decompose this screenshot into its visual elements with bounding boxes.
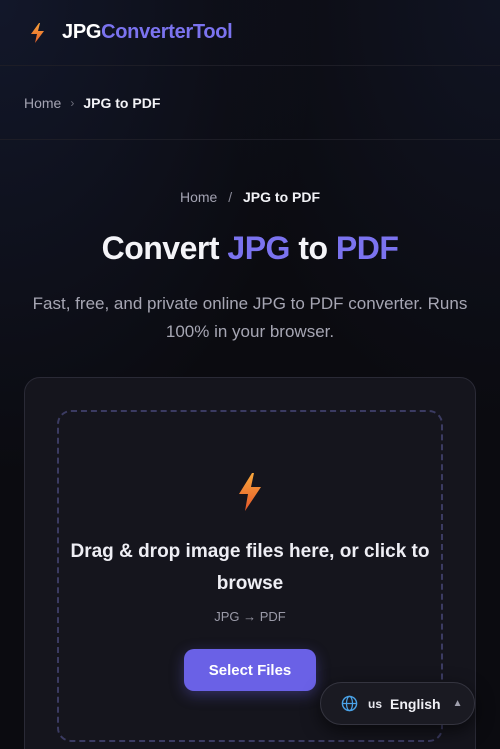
lightning-bolt-icon[interactable] [28, 22, 48, 44]
brand-part-jpg: JPG [62, 21, 102, 43]
lightning-bolt-icon [239, 473, 261, 511]
title-format-to: PDF [335, 230, 399, 266]
select-files-button[interactable]: Select Files [184, 649, 316, 691]
title-format-from: JPG [227, 230, 290, 266]
title-to: to [298, 230, 328, 266]
language-label: English [390, 695, 441, 712]
brand-logo-text[interactable]: JPGConverterTool [62, 21, 233, 44]
language-selector[interactable]: us English ▲ [320, 682, 475, 725]
language-code: us [368, 696, 383, 711]
caret-up-icon: ▲ [452, 698, 463, 709]
hero-breadcrumb-current: JPG to PDF [243, 189, 321, 205]
hero-breadcrumb-home-link[interactable]: Home [180, 189, 217, 205]
hero-breadcrumb: Home / JPG to PDF [0, 189, 500, 205]
page-title: Convert JPG to PDF [0, 230, 500, 267]
breadcrumb-home-link[interactable]: Home [24, 95, 61, 111]
page-subtitle: Fast, free, and private online JPG to PD… [32, 294, 468, 341]
conversion-hint: JPG → PDF [214, 609, 286, 624]
top-header: JPGConverterTool [0, 0, 500, 66]
hero-breadcrumb-separator: / [228, 189, 233, 205]
brand-part-converter-tool: ConverterTool [101, 21, 233, 43]
title-convert: Convert [101, 230, 220, 266]
dropzone-instruction: Drag & drop image files here, or click t… [70, 541, 430, 594]
chevron-right-icon: › [70, 95, 75, 110]
globe-icon [341, 695, 358, 712]
breadcrumb-current: JPG to PDF [83, 94, 161, 111]
breadcrumb: Home › JPG to PDF [0, 66, 500, 140]
